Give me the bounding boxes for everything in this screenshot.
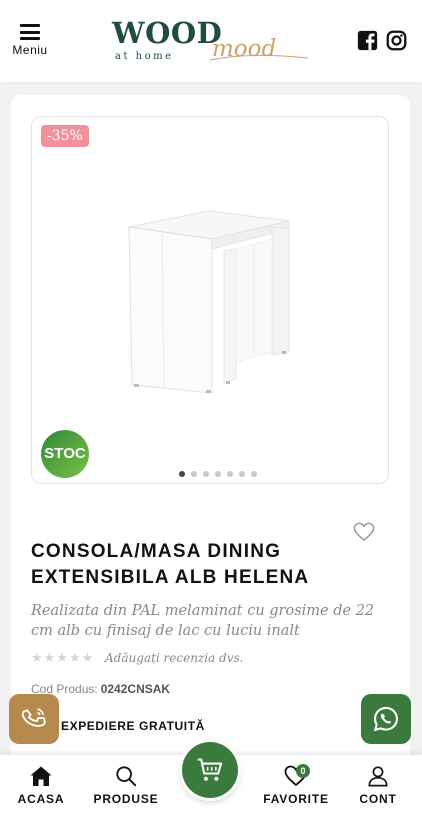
site-header: Meniu WOOD at home mood [0,0,422,82]
gallery-dot[interactable] [251,471,257,477]
gallery-dot[interactable] [191,471,197,477]
cart-button[interactable] [182,742,238,798]
nav-item-acasa[interactable]: ACASA [14,755,68,822]
add-review-link[interactable]: Adăugați recenzia dvs. [105,651,244,665]
star-icon: ★ [68,650,81,665]
nav-label-produse: PRODUSE [93,792,159,806]
nav-label-favorite: FAVORITE [263,792,329,806]
discount-badge: -35% [41,125,89,147]
user-icon [368,766,388,787]
star-icon: ★ [31,650,43,665]
nav-item-favorite[interactable]: FAVORITE [258,755,334,822]
star-icon: ★ [43,650,56,665]
product-gallery[interactable]: -35% STOC [31,116,389,484]
whatsapp-button[interactable] [361,694,411,744]
product-image[interactable] [124,197,294,397]
stock-badge: STOC [41,430,89,478]
nav-item-produse[interactable]: PRODUSE [90,755,162,822]
logo-athome-text: at home [115,51,174,62]
product-title: CONSOLA/MASA DINING EXTENSIBILA ALB HELE… [31,541,310,588]
product-description: Realizata din PAL melaminat cu grosime d… [31,603,375,639]
cart-icon [197,758,223,781]
logo-swoosh [209,54,309,61]
menu-label: Meniu [12,43,48,57]
gallery-dot[interactable] [215,471,221,477]
hamburger-icon [20,24,40,40]
facebook-icon[interactable] [357,30,378,51]
whatsapp-icon [373,706,399,732]
nav-label-acasa: ACASA [17,792,65,806]
free-shipping-label: EXPEDIERE GRATUITĂ [61,719,205,733]
favorites-count-badge: 0 [296,764,310,778]
nav-item-cont[interactable]: CONT [352,755,404,822]
instagram-icon[interactable] [386,30,407,51]
site-logo[interactable]: WOOD at home mood [112,16,312,68]
product-card: -35% STOC CONSOLA/MASA DINING EXTENSIBIL… [11,95,410,775]
gallery-dot[interactable] [203,471,209,477]
gallery-pagination [179,471,257,479]
gallery-dot[interactable] [227,471,233,477]
rating-stars[interactable]: ★ ★ ★ ★ ★ [31,650,93,666]
gallery-dot[interactable] [239,471,245,477]
home-icon [30,766,52,786]
menu-button[interactable]: Meniu [8,24,52,57]
product-code-value: 0242CNSAK [100,682,171,696]
call-button[interactable] [9,694,59,744]
gallery-dot[interactable] [179,471,185,477]
search-icon [116,766,137,787]
phone-icon [21,708,46,727]
star-icon: ★ [81,650,94,665]
logo-wood-text: WOOD [112,16,223,50]
nav-label-cont: CONT [359,792,397,806]
star-icon: ★ [56,650,68,665]
